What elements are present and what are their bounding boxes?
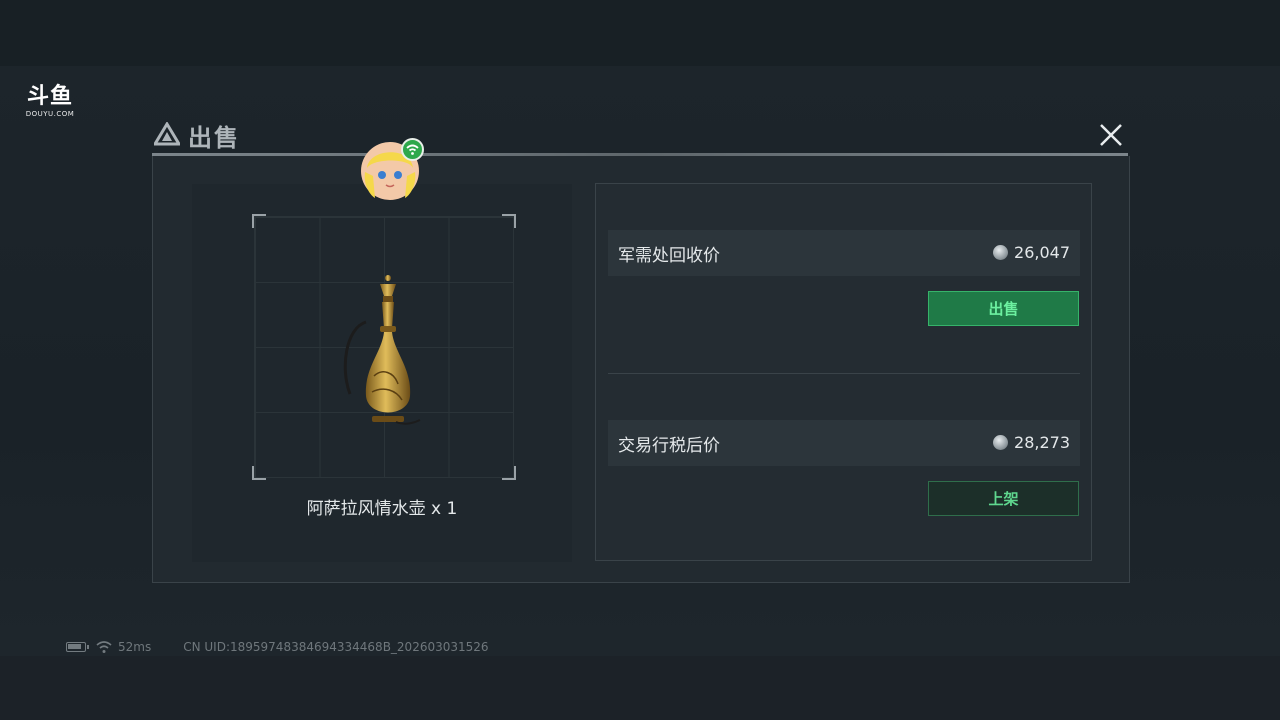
wifi-icon — [96, 641, 112, 653]
section-divider — [608, 373, 1080, 374]
item-name-caption: 阿萨拉风情水壶 x 1 — [306, 499, 458, 519]
coin-icon — [993, 245, 1009, 260]
uid-readout: CN UID:18959748384694334468B_20260303152… — [183, 640, 489, 654]
bottom-band — [0, 656, 1280, 720]
latency-readout: 52ms — [118, 640, 152, 654]
recycle-price-value: 26,047 — [993, 243, 1070, 262]
frame-corner — [252, 214, 266, 228]
watermark-title: 斗鱼 — [26, 84, 73, 109]
recycle-price-amount: 26,047 — [1014, 243, 1070, 262]
trade-price-row: 交易行税后价 28,273 — [608, 420, 1080, 466]
frame-corner — [252, 466, 266, 480]
close-icon[interactable] — [1096, 120, 1126, 150]
recycle-price-row: 军需处回收价 26,047 — [608, 230, 1080, 276]
trade-price-amount: 28,273 — [1014, 433, 1070, 452]
top-band — [0, 0, 1280, 66]
ornate-pitcher-item — [343, 275, 421, 425]
coin-icon — [993, 435, 1009, 450]
battery-icon — [66, 642, 89, 652]
watermark-subtitle: DOUYU.COM — [25, 110, 75, 118]
status-bar: 52ms CN UID:18959748384694334468B_202603… — [66, 639, 489, 655]
trade-price-label: 交易行税后价 — [618, 436, 720, 456]
trade-price-value: 28,273 — [993, 433, 1070, 452]
triangle-logo-icon — [154, 122, 180, 146]
dialog-title: 出售 — [188, 124, 240, 152]
frame-corner — [502, 214, 516, 228]
sell-button[interactable]: 出售 — [928, 291, 1079, 326]
wifi-icon — [406, 144, 419, 155]
frame-corner — [502, 466, 516, 480]
recycle-price-label: 军需处回收价 — [618, 246, 720, 266]
list-on-market-button[interactable]: 上架 — [928, 481, 1079, 516]
douyu-watermark: 斗鱼 DOUYU.COM — [20, 84, 80, 118]
dialog-header: 出售 — [150, 114, 1130, 154]
online-status-badge — [401, 138, 424, 161]
